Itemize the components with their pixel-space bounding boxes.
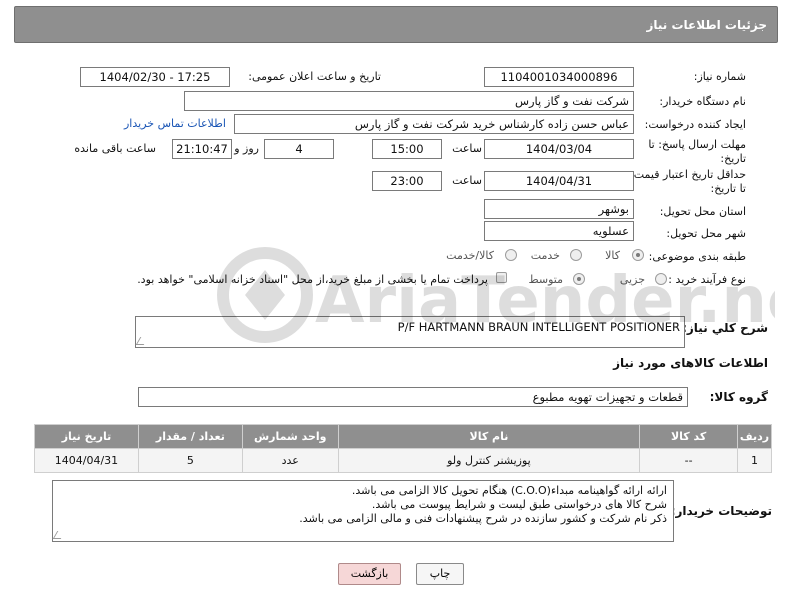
print-button[interactable]: چاپ [416, 563, 464, 585]
buyer-notes-textarea[interactable]: ارائه ارائه گواهینامه مبداء(C.O.O) هنگام… [52, 480, 674, 542]
treasury-payment-checkbox[interactable] [496, 272, 507, 283]
need-number-field: 1104001034000896 [484, 67, 634, 87]
cell-quantity: 5 [137, 448, 243, 473]
requester-label: ایجاد کننده درخواست: [644, 118, 746, 131]
buyer-notes-line-3: ذکر نام شرکت و کشور سازنده در شرح پیشنها… [299, 512, 667, 525]
cell-unit: عدد [241, 448, 339, 473]
buyer-notes-line-1: ارائه ارائه گواهینامه مبداء(C.O.O) هنگام… [351, 484, 667, 497]
goods-group-label: گروه کالا: [709, 390, 768, 404]
description-textarea[interactable]: P/F HARTMANN BRAUN INTELLIGENT POSITIONE… [135, 316, 685, 348]
purchase-type-label: نوع فرآیند خرید : [668, 273, 746, 286]
buyer-contact-link[interactable]: اطلاعات تماس خریدار [124, 117, 226, 130]
treasury-payment-note: پرداخت تمام یا بخشی از مبلغ خرید،از محل … [137, 273, 488, 286]
col-header-unit: واحد شمارش [241, 424, 339, 449]
purchase-type-radio-medium[interactable] [573, 273, 585, 285]
delivery-city-field: عسلویه [484, 221, 634, 241]
purchase-type-option-medium: متوسط [528, 273, 563, 286]
price-validity-time: 23:00 [372, 171, 442, 191]
table-header-row: ردیف کد کالا نام کالا واحد شمارش تعداد /… [34, 424, 772, 449]
cell-need-date: 1404/04/31 [34, 448, 139, 473]
buyer-org-field: شرکت نفت و گاز پارس [184, 91, 634, 111]
response-deadline-time-label: ساعت [452, 142, 482, 155]
category-option-goods-service: کالا/خدمت [446, 249, 494, 262]
response-deadline-label: مهلت ارسال پاسخ: تا تاریخ: [648, 138, 746, 165]
col-header-goods-code: کد کالا [639, 424, 739, 449]
resize-grip-icon [135, 337, 149, 345]
goods-group-field: قطعات و تجهیزات تهویه مطبوع [138, 387, 688, 407]
price-validity-time-label: ساعت [452, 174, 482, 187]
page-header: جزئیات اطلاعات نیاز [14, 6, 778, 43]
col-header-quantity: تعداد / مقدار [137, 424, 243, 449]
col-header-goods-name: نام کالا [337, 424, 641, 449]
category-radio-goods-service[interactable] [505, 249, 517, 261]
buyer-org-label: نام دستگاه خریدار: [659, 95, 746, 108]
announce-datetime-field: 1404/02/30 - 17:25 [80, 67, 230, 87]
remaining-days-label: روز و [234, 142, 259, 155]
col-header-need-date: تاریخ نیاز [34, 424, 139, 449]
category-radio-service[interactable] [570, 249, 582, 261]
price-validity-label: حداقل تاریخ اعتبار قیمت: تا تاریخ: [630, 168, 746, 195]
cell-goods-name: پوزیشنر کنترل ولو [337, 448, 641, 473]
items-table: ردیف کد کالا نام کالا واحد شمارش تعداد /… [34, 424, 772, 473]
page-title: جزئیات اطلاعات نیاز [646, 18, 767, 32]
delivery-province-field: بوشهر [484, 199, 634, 219]
announce-datetime-label: تاریخ و ساعت اعلان عمومی: [248, 70, 381, 83]
resize-grip-icon [52, 531, 66, 539]
buyer-notes-line-2: شرح کالا های درخواستی طبق لیست و شرایط پ… [371, 498, 667, 511]
table-row: 1 -- پوزیشنر کنترل ولو عدد 5 1404/04/31 [34, 448, 772, 473]
need-details-page: جزئیات اطلاعات نیاز شماره نیاز: 11040010… [0, 0, 788, 598]
category-radio-goods[interactable] [632, 249, 644, 261]
purchase-type-option-minor: جزیی [619, 273, 645, 286]
response-deadline-time: 15:00 [372, 139, 442, 159]
back-button[interactable]: بازگشت [338, 563, 401, 585]
cell-goods-code: -- [639, 448, 739, 473]
category-option-service: خدمت [530, 249, 560, 262]
description-value: P/F HARTMANN BRAUN INTELLIGENT POSITIONE… [397, 320, 680, 334]
description-label: شرح كلي نياز: [682, 321, 768, 335]
delivery-city-label: شهر محل تحویل: [666, 227, 746, 240]
response-deadline-date: 1404/03/04 [484, 139, 634, 159]
price-validity-date: 1404/04/31 [484, 171, 634, 191]
cell-row-number: 1 [737, 448, 772, 473]
remaining-days: 4 [264, 139, 334, 159]
col-header-row-number: ردیف [737, 424, 772, 449]
requester-field: عباس حسن زاده کارشناس خرید شرکت نفت و گا… [234, 114, 634, 134]
category-option-goods: کالا [605, 249, 620, 262]
need-number-label: شماره نیاز: [693, 70, 746, 83]
delivery-province-label: استان محل تحویل: [659, 205, 746, 218]
remaining-time-label: ساعت باقی مانده [74, 142, 156, 155]
category-label: طبقه بندی موضوعی: [648, 250, 746, 263]
purchase-type-radio-minor[interactable] [655, 273, 667, 285]
buyer-notes-label: توضیحات خریدار: [670, 504, 772, 518]
remaining-time: 21:10:47 [172, 139, 232, 159]
goods-info-title: اطلاعات کالاهای مورد نیاز [613, 356, 768, 370]
